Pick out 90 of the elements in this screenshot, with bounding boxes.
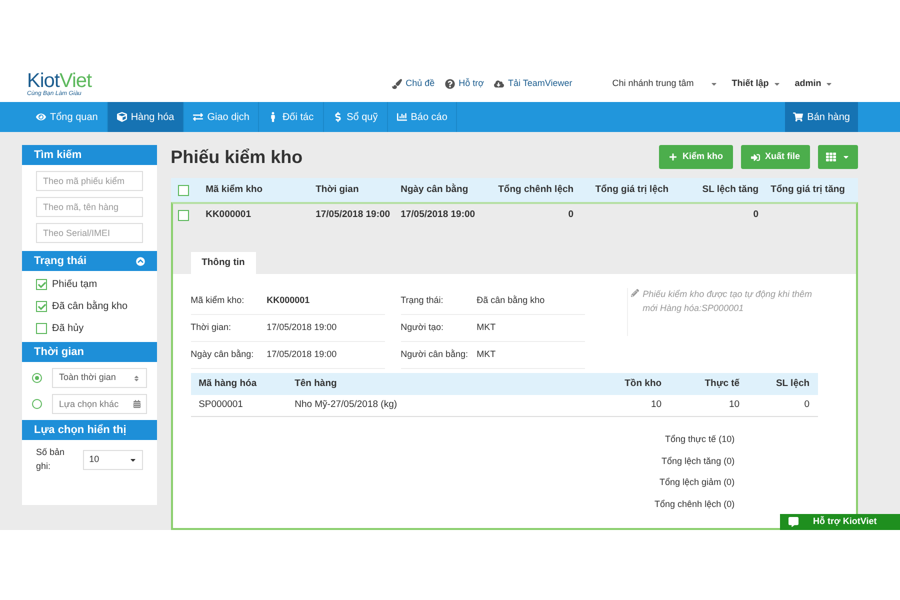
grid-icon — [826, 152, 836, 162]
table-cell-text: SP000001 — [198, 398, 244, 412]
detail-tab[interactable]: Thông tin — [190, 252, 256, 274]
table-cell-text: Nho Mỹ-27/05/2018 (kg) — [294, 398, 398, 412]
column-header: Mã hàng hóa — [198, 376, 258, 391]
note-text: Phiếu kiểm kho được tạo tự động khi thêm mới Hàng hóa:SP000001 — [642, 288, 814, 315]
column-header: Thực tế — [704, 376, 741, 391]
radio-button[interactable] — [32, 399, 42, 409]
cloud-icon — [494, 78, 504, 88]
header-menu[interactable]: Thiết lập — [732, 76, 781, 90]
header-menu[interactable]: admin — [794, 76, 834, 90]
search-field[interactable]: Theo mã, tên hàng — [36, 197, 143, 217]
checkbox[interactable] — [36, 279, 47, 290]
column-header[interactable]: Ngày cân bằng — [394, 182, 485, 198]
collapse-icon[interactable] — [136, 256, 145, 266]
checkbox[interactable] — [178, 210, 189, 220]
section-header: Thời gian — [22, 342, 157, 362]
export-icon — [750, 152, 760, 162]
field-value: 17/05/2018 19:00 — [266, 348, 338, 362]
table-cell-text: 0 — [567, 208, 575, 222]
field-value: MKT — [476, 321, 497, 334]
radio-button[interactable] — [32, 373, 42, 383]
dollar-icon — [332, 112, 343, 122]
brush-icon — [392, 78, 402, 88]
table-cell-text: KK000001 — [204, 208, 252, 222]
column-header: Tên hàng — [294, 376, 338, 391]
field-value: Đã cân bằng kho — [476, 294, 546, 308]
table-cell-text: 10 — [650, 398, 663, 412]
field-label: Trạng thái: — [400, 294, 444, 308]
arrows-icon — [193, 112, 204, 122]
checkbox[interactable] — [36, 323, 47, 334]
search-field[interactable]: Theo Serial/IMEI — [36, 223, 143, 243]
table-cell-text: 0 — [803, 398, 811, 412]
pencil-icon — [630, 289, 639, 297]
field-label: Số bản ghi: — [36, 446, 66, 473]
header-link[interactable]: Hỗ trợ — [444, 76, 484, 90]
cart-icon — [793, 112, 804, 122]
column-header[interactable]: SL lệch tăng — [674, 182, 765, 198]
total-text: Tổng thực tế (10) — [665, 433, 735, 446]
column-header[interactable]: Tổng giá trị lệch — [580, 182, 675, 198]
field-label: Người cân bằng: — [400, 348, 470, 362]
header-link[interactable]: Chủ đề — [392, 76, 435, 90]
nav-tab[interactable]: Hàng hóa — [108, 102, 184, 132]
section-title: Trạng thái — [34, 254, 87, 269]
chat-icon — [788, 517, 799, 527]
column-header[interactable]: Tổng giá trị tăng — [764, 182, 851, 198]
field-value: MKT — [476, 348, 497, 362]
table-cell-text: 10 — [728, 398, 741, 412]
columns-button[interactable] — [818, 145, 858, 169]
column-header[interactable]: Mã kiểm kho — [200, 182, 310, 198]
plus-icon — [669, 153, 678, 161]
column-header: Tồn kho — [624, 376, 663, 391]
checkbox-label: Đã hủy — [52, 322, 84, 336]
support-button[interactable]: Hỗ trợ KiotViet — [780, 514, 900, 530]
checkbox[interactable] — [178, 184, 189, 196]
field-label: Người tạo: — [400, 321, 445, 334]
cube-icon — [116, 112, 127, 122]
total-text: Tổng chênh lệch (0) — [654, 498, 735, 511]
header-link[interactable]: Tải TeamViewer — [494, 76, 572, 90]
records-select[interactable]: 10 — [83, 450, 143, 470]
field-label: Mã kiểm kho: — [190, 294, 246, 308]
section-header: Tìm kiếm — [22, 145, 157, 165]
field-value: KK000001 — [266, 294, 311, 308]
search-field[interactable]: Theo mã phiếu kiểm — [36, 171, 143, 191]
checkbox-label: Phiếu tạm — [52, 278, 98, 292]
table-cell-text: 0 — [752, 208, 760, 222]
time-select[interactable]: Toàn thời gian — [52, 368, 147, 388]
section-header: Lựa chọn hiển thị — [22, 420, 157, 440]
checkbox-label: Đã cân bằng kho — [52, 299, 128, 314]
column-header[interactable]: Thời gian — [310, 182, 395, 198]
column-header[interactable]: Tổng chênh lệch — [484, 182, 580, 198]
sort-icon — [132, 374, 140, 382]
table-cell-text: 17/05/2018 19:00 — [400, 208, 476, 222]
total-text: Tổng lệch giảm (0) — [660, 476, 735, 489]
checkbox[interactable] — [36, 301, 47, 312]
chart-icon — [396, 112, 407, 122]
column-header: SL lệch — [774, 376, 811, 391]
field-label: Thời gian: — [190, 321, 232, 334]
date-field[interactable]: Lựa chọn khác — [52, 394, 147, 414]
header-menu[interactable]: Chi nhánh trung tâm — [612, 76, 718, 90]
sell-button[interactable]: Bán hàng — [785, 102, 858, 132]
field-value: 17/05/2018 19:00 — [266, 321, 338, 334]
calendar-icon — [132, 400, 141, 408]
total-text: Tổng lệch tăng (0) — [662, 454, 735, 468]
field-label: Ngày cân bằng: — [190, 348, 255, 362]
eye-icon — [36, 112, 46, 122]
table-cell-text: 17/05/2018 19:00 — [314, 208, 392, 222]
help-icon — [444, 78, 455, 88]
page-title: Phiếu kiểm kho — [170, 146, 303, 168]
caret-icon — [842, 153, 850, 161]
